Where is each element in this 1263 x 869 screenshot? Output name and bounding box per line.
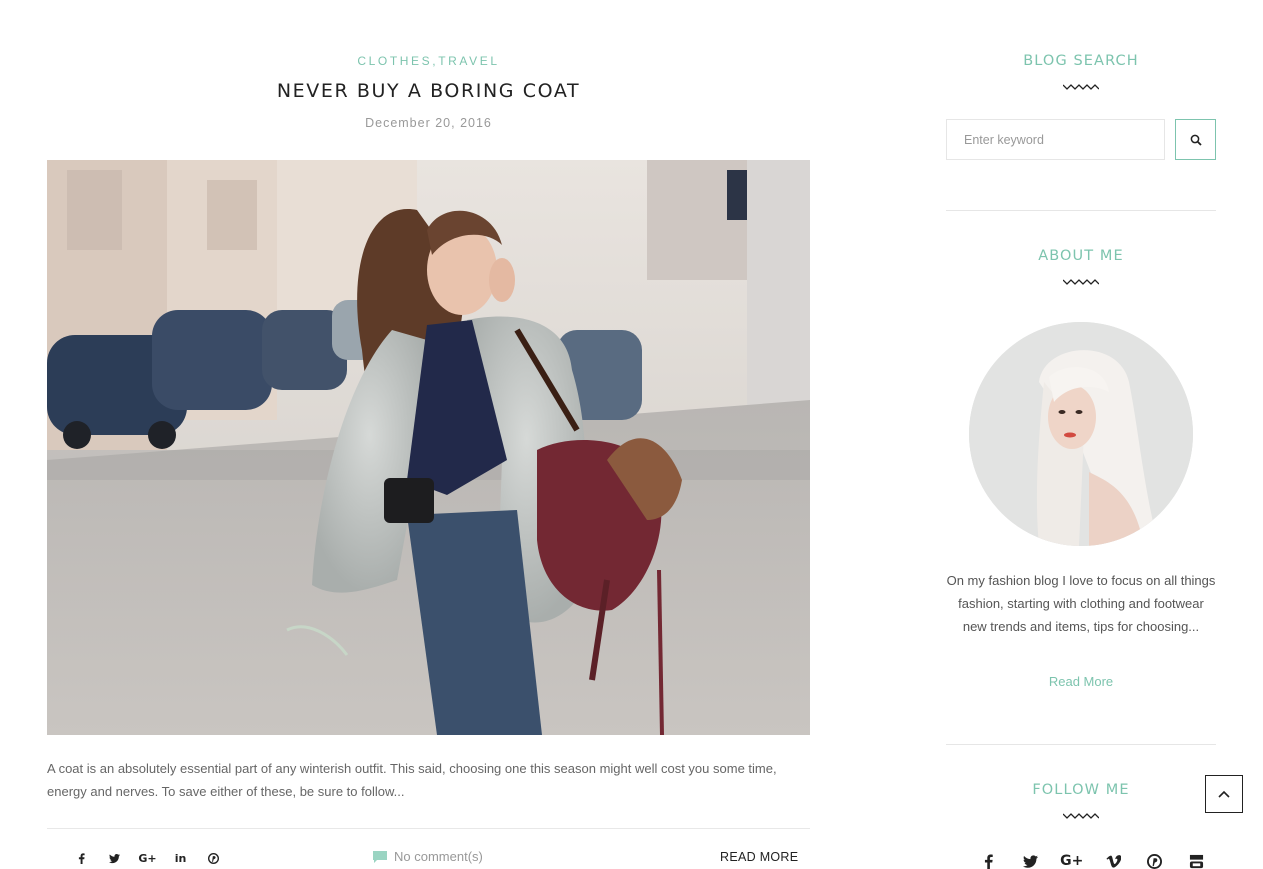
facebook-icon[interactable] (968, 850, 1010, 869)
zigzag-divider-icon (1063, 84, 1099, 90)
pinterest-icon[interactable] (197, 849, 230, 867)
sidebar-divider (946, 744, 1216, 745)
search-button[interactable] (1175, 119, 1216, 160)
linkedin-icon[interactable]: in (164, 849, 197, 867)
about-text: On my fashion blog I love to focus on al… (946, 573, 1216, 634)
post-excerpt: A coat is an absolutely essential part o… (47, 761, 777, 799)
sidebar-divider (946, 210, 1216, 211)
about-me-title: ABOUT ME (1038, 248, 1124, 264)
google-plus-icon[interactable]: G+ (131, 849, 164, 867)
category-link-clothes[interactable]: CLOTHES (357, 54, 432, 68)
about-read-more-link[interactable]: Read More (946, 674, 1216, 689)
twitter-icon[interactable] (98, 849, 131, 867)
share-icons: G+ in (65, 849, 230, 867)
post-categories: CLOTHES,TRAVEL (47, 54, 810, 68)
back-to-top-button[interactable] (1205, 775, 1243, 813)
zigzag-divider-icon (1063, 813, 1099, 819)
search-input[interactable] (946, 119, 1165, 160)
chevron-up-icon (1218, 790, 1230, 798)
post-divider (47, 828, 810, 829)
pinterest-icon[interactable] (1134, 850, 1176, 869)
street-photo (47, 160, 810, 735)
avatar (969, 322, 1193, 546)
search-icon (1190, 134, 1202, 146)
facebook-icon[interactable] (65, 849, 98, 867)
zigzag-divider-icon (1063, 279, 1099, 285)
google-plus-icon[interactable]: G+ (1051, 850, 1093, 869)
comments-label: No comment(s) (394, 849, 483, 864)
follow-icons: G+ (968, 850, 1217, 869)
read-more-button[interactable]: READ MORE (720, 850, 798, 864)
post-featured-image[interactable] (47, 160, 810, 735)
post-date: December 20, 2016 (365, 116, 492, 130)
follow-me-title: FOLLOW ME (1032, 782, 1130, 798)
comment-icon (373, 850, 387, 863)
comments-link[interactable]: No comment(s) (373, 849, 483, 864)
post-title[interactable]: NEVER BUY A BORING COAT (47, 80, 810, 102)
twitter-icon[interactable] (1010, 850, 1052, 869)
youtube-icon[interactable] (1176, 850, 1218, 869)
vimeo-icon[interactable] (1093, 850, 1135, 869)
category-link-travel[interactable]: TRAVEL (438, 54, 499, 68)
blog-search-title: BLOG SEARCH (1023, 53, 1139, 69)
